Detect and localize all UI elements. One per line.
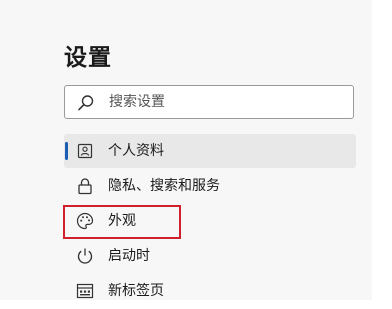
nav-item-privacy[interactable]: 隐私、搜索和服务 xyxy=(64,169,356,203)
page-title: 设置 xyxy=(64,45,112,71)
profile-icon xyxy=(76,142,94,160)
nav-item-profile[interactable]: 个人资料 xyxy=(64,134,356,168)
nav-item-startup[interactable]: 启动时 xyxy=(64,239,356,273)
annotation-highlight-box xyxy=(63,205,181,239)
new-tab-icon xyxy=(76,282,94,300)
lock-icon xyxy=(76,177,94,195)
power-icon xyxy=(76,247,94,265)
nav-label: 隐私、搜索和服务 xyxy=(108,178,220,194)
nav-item-new-tab[interactable]: 新标签页 xyxy=(64,274,356,308)
search-icon xyxy=(77,94,95,112)
nav-label: 个人资料 xyxy=(108,143,164,159)
nav-label: 启动时 xyxy=(108,248,150,264)
search-input[interactable] xyxy=(109,86,339,118)
search-box[interactable] xyxy=(64,85,354,119)
settings-sidebar: 设置 个人资料 xyxy=(0,0,372,300)
nav-label: 新标签页 xyxy=(108,283,164,299)
selection-indicator xyxy=(65,142,68,160)
